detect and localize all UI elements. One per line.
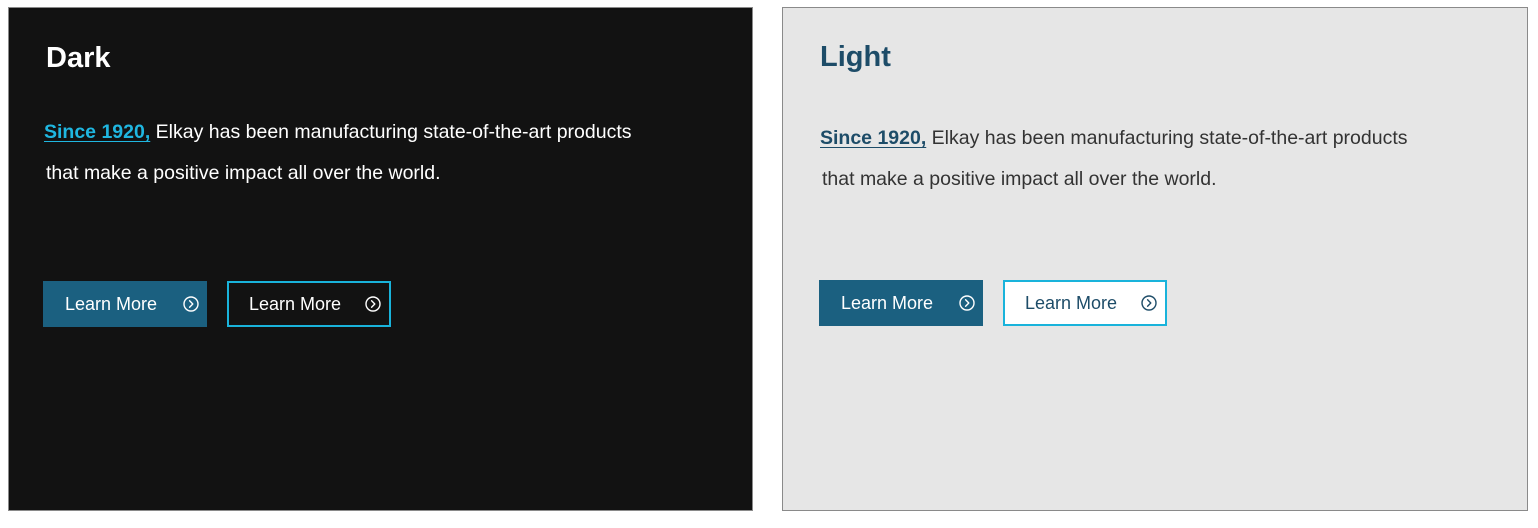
panel-title: Light bbox=[820, 41, 891, 73]
chevron-right-circle-icon bbox=[959, 295, 975, 311]
button-label: Learn More bbox=[1025, 293, 1118, 313]
panel-title: Dark bbox=[46, 42, 111, 74]
learn-more-outline-button[interactable]: Learn More bbox=[227, 281, 391, 327]
dark-theme-panel: Dark Since 1920, Elkay has been manufact… bbox=[8, 7, 753, 511]
intro-paragraph: Since 1920, Elkay has been manufacturing… bbox=[820, 118, 1500, 200]
button-label: Learn More bbox=[249, 294, 342, 314]
intro-text-line2: that make a positive impact all over the… bbox=[822, 168, 1217, 190]
button-label: Learn More bbox=[841, 293, 934, 313]
since-1920-link[interactable]: Since 1920, bbox=[44, 121, 150, 143]
intro-paragraph: Since 1920, Elkay has been manufacturing… bbox=[44, 112, 724, 194]
intro-text-line1: Elkay has been manufacturing state-of-th… bbox=[150, 121, 632, 143]
since-1920-link[interactable]: Since 1920, bbox=[820, 127, 926, 149]
button-label: Learn More bbox=[65, 294, 158, 314]
learn-more-primary-button[interactable]: Learn More bbox=[43, 281, 207, 327]
learn-more-primary-button[interactable]: Learn More bbox=[819, 280, 983, 326]
intro-text-line1: Elkay has been manufacturing state-of-th… bbox=[926, 127, 1408, 149]
light-theme-panel: Light Since 1920, Elkay has been manufac… bbox=[782, 7, 1528, 511]
chevron-right-circle-icon bbox=[183, 296, 199, 312]
learn-more-outline-button[interactable]: Learn More bbox=[1003, 280, 1167, 326]
intro-text-line2: that make a positive impact all over the… bbox=[46, 162, 441, 184]
chevron-right-circle-icon bbox=[1141, 295, 1157, 311]
chevron-right-circle-icon bbox=[365, 296, 381, 312]
